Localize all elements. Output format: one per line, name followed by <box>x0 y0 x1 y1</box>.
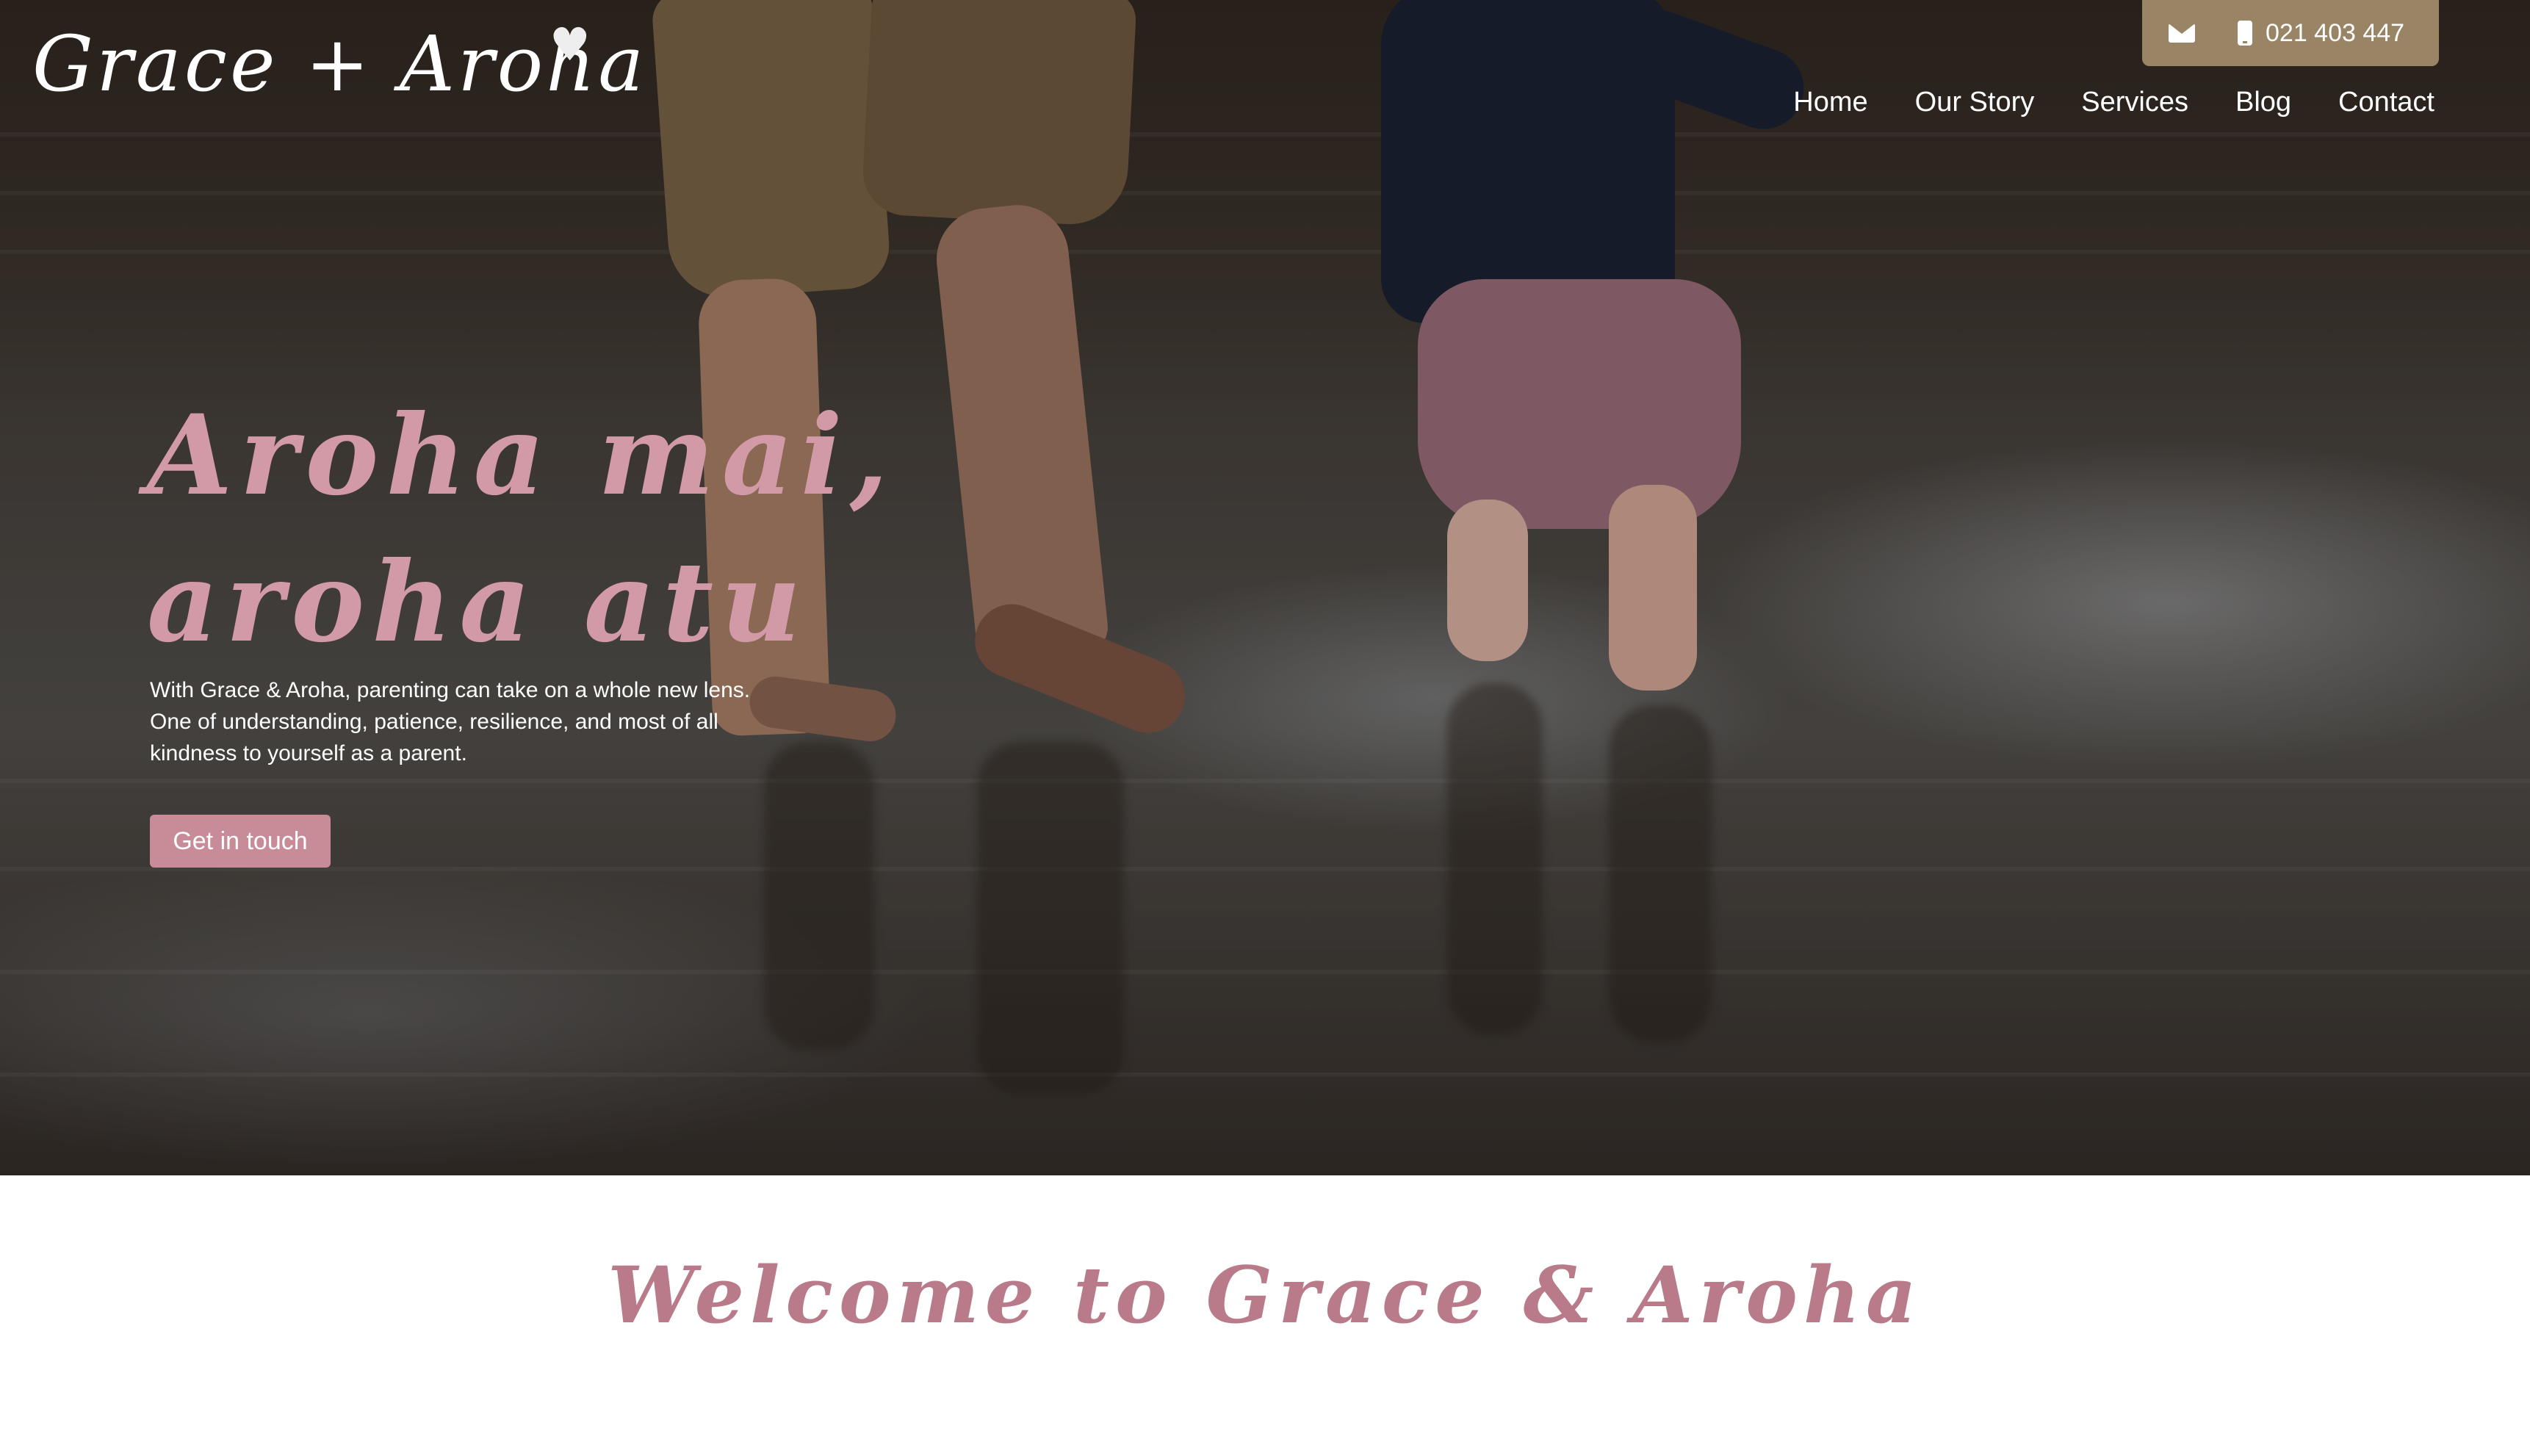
nav-our-story[interactable]: Our Story <box>1915 87 2035 118</box>
nav-home[interactable]: Home <box>1793 87 1867 118</box>
contact-bar: 021 403 447 <box>2142 0 2439 66</box>
cut-off-paragraph <box>294 1444 2233 1456</box>
nav-blog[interactable]: Blog <box>2235 87 2291 118</box>
phone-number-link[interactable]: 021 403 447 <box>2266 19 2404 48</box>
nav-services[interactable]: Services <box>2081 87 2188 118</box>
welcome-heading: Welcome to Grace & Aroha <box>608 1249 1922 1341</box>
main-nav: Home Our Story Services Blog Contact <box>1793 87 2435 118</box>
mobile-phone-icon <box>2238 21 2252 46</box>
hero-intro-text: With Grace & Aroha, parenting can take o… <box>150 678 751 765</box>
envelope-icon[interactable] <box>2169 24 2195 43</box>
get-in-touch-button[interactable]: Get in touch <box>150 815 331 868</box>
hero-headline: Aroha mai, aroha atu <box>147 382 955 676</box>
hero-headline-line-2: aroha atu <box>147 538 809 667</box>
heart-icon: ♥ <box>549 18 591 71</box>
hero-headline-line-1: Aroha mai, <box>147 391 896 520</box>
site-logo[interactable]: Grace + Aroha ♥ <box>29 15 644 118</box>
nav-contact[interactable]: Contact <box>2338 87 2435 118</box>
